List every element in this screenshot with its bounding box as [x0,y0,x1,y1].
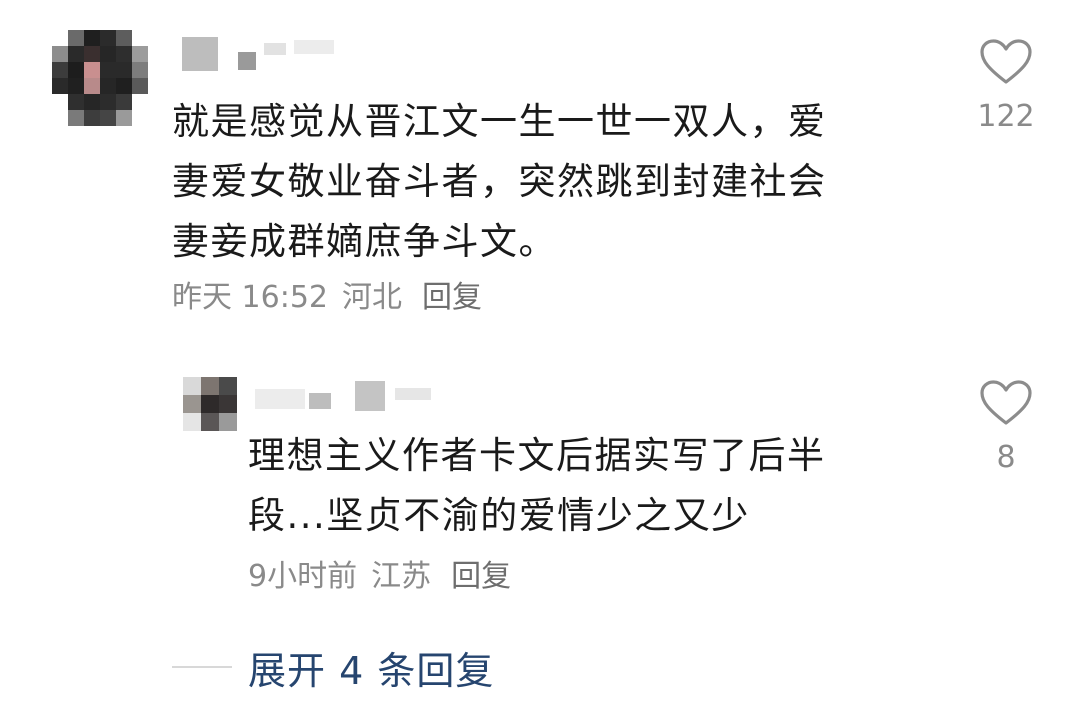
like-button[interactable]: 8 [966,379,1046,475]
mosaic-pixel [255,389,305,409]
username-mosaic[interactable] [182,34,334,74]
mosaic-pixel [84,110,100,126]
comment-thread: 就是感觉从晋江文一生一世一双人，爱 妻爱女敬业奋斗者，突然跳到封建社会 妻妾成群… [0,0,1080,715]
reply-text: 理想主义作者卡文后据实写了后半 段...坚贞不渝的爱情少之又少 [248,426,826,546]
mosaic-pixel [132,30,148,46]
mosaic-pixel [100,62,116,78]
expand-replies-button[interactable]: 展开 4 条回复 [172,640,494,694]
username-mosaic[interactable] [255,378,431,414]
mosaic-pixel [84,78,100,94]
reply-button[interactable]: 回复 [451,551,511,595]
mosaic-pixel [116,94,132,110]
mosaic-pixel [100,110,116,126]
mosaic-pixel [68,110,84,126]
mosaic-pixel [68,30,84,46]
expand-divider [172,666,232,668]
timestamp: 9小时前 [248,559,358,594]
comment-meta: 昨天 16:52 河北 回复 [172,272,482,316]
mosaic-pixel [100,30,116,46]
reply-line: 段...坚贞不渝的爱情少之又少 [248,494,750,537]
mosaic-pixel [183,413,201,431]
like-button[interactable]: 122 [966,38,1046,134]
mosaic-pixel [238,52,256,70]
mosaic-pixel [52,94,68,110]
mosaic-pixel [84,62,100,78]
comment-line: 妻爱女敬业奋斗者，突然跳到封建社会 [172,160,827,203]
mosaic-pixel [116,46,132,62]
mosaic-pixel [201,413,219,431]
mosaic-pixel [264,43,286,55]
mosaic-pixel [68,94,84,110]
mosaic-pixel [52,30,68,46]
like-count: 8 [996,440,1016,475]
expand-replies-label[interactable]: 展开 4 条回复 [248,640,494,695]
timestamp: 昨天 16:52 [172,280,328,315]
reply-meta: 9小时前 江苏 回复 [248,551,511,595]
mosaic-pixel [68,78,84,94]
mosaic-pixel [183,377,201,395]
reply-button[interactable]: 回复 [422,272,482,316]
mosaic-pixel [84,30,100,46]
mosaic-pixel [355,381,385,411]
heart-outline-icon[interactable] [979,38,1033,86]
mosaic-pixel [52,110,68,126]
mosaic-pixel [116,62,132,78]
comment-text: 就是感觉从晋江文一生一世一双人，爱 妻爱女敬业奋斗者，突然跳到封建社会 妻妾成群… [172,92,827,272]
mosaic-pixel [132,46,148,62]
mosaic-pixel [294,40,334,54]
mosaic-pixel [100,78,116,94]
mosaic-pixel [219,413,237,431]
comment-line: 就是感觉从晋江文一生一世一双人，爱 [172,100,827,143]
mosaic-pixel [68,46,84,62]
location: 河北 [342,280,402,315]
mosaic-pixel [132,78,148,94]
like-count: 122 [977,99,1035,134]
mosaic-pixel [116,110,132,126]
mosaic-pixel [100,46,116,62]
mosaic-pixel [100,94,116,110]
mosaic-pixel [132,62,148,78]
mosaic-pixel [84,94,100,110]
mosaic-pixel [68,62,84,78]
mosaic-pixel [52,46,68,62]
mosaic-pixel [183,395,201,413]
mosaic-pixel [132,110,148,126]
comment-line: 妻妾成群嫡庶争斗文。 [172,220,557,263]
mosaic-pixel [201,377,219,395]
reply-line: 理想主义作者卡文后据实写了后半 [248,434,826,477]
mosaic-pixel [309,393,331,409]
location: 江苏 [371,559,432,594]
heart-outline-icon[interactable] [979,379,1033,427]
mosaic-pixel [116,30,132,46]
mosaic-pixel [182,37,218,71]
avatar[interactable] [52,30,148,126]
mosaic-pixel [116,78,132,94]
mosaic-pixel [219,395,237,413]
mosaic-pixel [132,94,148,110]
mosaic-pixel [84,46,100,62]
mosaic-pixel [395,388,431,400]
avatar[interactable] [183,377,237,431]
mosaic-pixel [201,395,219,413]
mosaic-pixel [52,62,68,78]
mosaic-pixel [52,78,68,94]
mosaic-pixel [219,377,237,395]
